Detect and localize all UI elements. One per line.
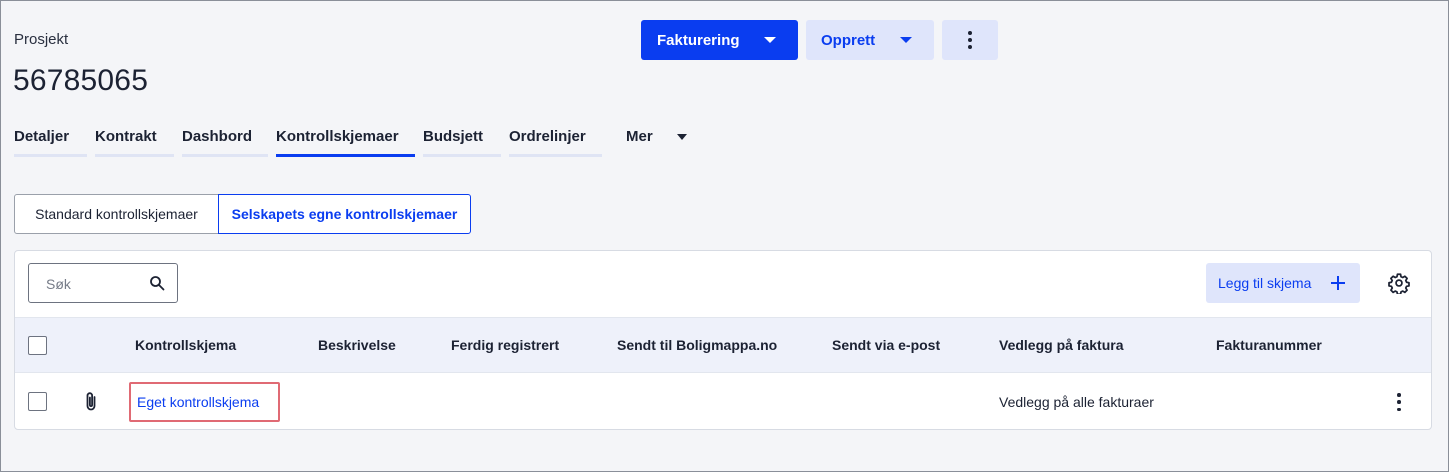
invoice-button[interactable]: Fakturering: [641, 20, 798, 60]
column-header-sendt-epost[interactable]: Sendt via e-post: [832, 337, 940, 353]
table-row: Eget kontrollskjema Vedlegg på alle fakt…: [15, 373, 1431, 430]
kebab-menu-icon: [1397, 393, 1401, 397]
caret-down-icon: [677, 134, 687, 140]
gear-icon[interactable]: [1388, 272, 1410, 294]
search-placeholder: Søk: [46, 276, 71, 292]
column-header-fakturanummer[interactable]: Fakturanummer: [1216, 337, 1322, 353]
tab-detaljer[interactable]: Detaljer: [14, 128, 87, 157]
tab-more[interactable]: Mer: [626, 128, 687, 145]
column-header-ferdig-registrert[interactable]: Ferdig registrert: [451, 337, 559, 353]
tab-dashbord[interactable]: Dashbord: [182, 128, 268, 157]
segment-own[interactable]: Selskapets egne kontrollskjemaer: [218, 194, 471, 234]
tab-kontrollskjemaer[interactable]: Kontrollskjemaer: [276, 128, 415, 157]
cell-vedlegg-faktura: Vedlegg på alle fakturaer: [999, 394, 1154, 410]
caret-down-icon: [900, 37, 912, 43]
row-actions-button[interactable]: [1396, 393, 1402, 411]
breadcrumb: Prosjekt: [14, 31, 69, 48]
table-header: Kontrollskjema Beskrivelse Ferdig regist…: [15, 317, 1431, 373]
caret-down-icon: [764, 37, 776, 43]
row-checkbox[interactable]: [28, 392, 47, 411]
create-button-label: Opprett: [821, 31, 876, 49]
create-button[interactable]: Opprett: [806, 20, 934, 60]
highlight-box: Eget kontrollskjema: [129, 382, 280, 422]
segment-standard[interactable]: Standard kontrollskjemaer: [14, 194, 219, 234]
column-header-kontrollskjema[interactable]: Kontrollskjema: [135, 337, 236, 353]
column-header-vedlegg-faktura[interactable]: Vedlegg på faktura: [999, 337, 1123, 353]
page-title: 56785065: [13, 64, 149, 97]
select-all-checkbox[interactable]: [28, 336, 47, 355]
column-header-sendt-boligmappa[interactable]: Sendt til Boligmappa.no: [617, 337, 777, 353]
tab-ordrelinjer[interactable]: Ordrelinjer: [509, 128, 602, 157]
more-actions-button[interactable]: [942, 20, 998, 60]
tab-kontrakt[interactable]: Kontrakt: [95, 128, 174, 157]
kebab-menu-icon: [968, 31, 972, 35]
plus-icon: [1331, 276, 1345, 290]
add-form-button-label: Legg til skjema: [1218, 275, 1312, 291]
tab-budsjett[interactable]: Budsjett: [423, 128, 501, 157]
form-link[interactable]: Eget kontrollskjema: [137, 394, 259, 410]
search-input[interactable]: Søk: [28, 263, 178, 303]
tab-more-label: Mer: [626, 128, 653, 145]
forms-card: Søk Legg til skjema Kontrollskjema Beskr…: [14, 250, 1432, 430]
search-icon: [150, 276, 165, 291]
column-header-beskrivelse[interactable]: Beskrivelse: [318, 337, 396, 353]
paperclip-icon: [86, 392, 96, 411]
invoice-button-label: Fakturering: [657, 31, 740, 49]
add-form-button[interactable]: Legg til skjema: [1206, 263, 1360, 303]
